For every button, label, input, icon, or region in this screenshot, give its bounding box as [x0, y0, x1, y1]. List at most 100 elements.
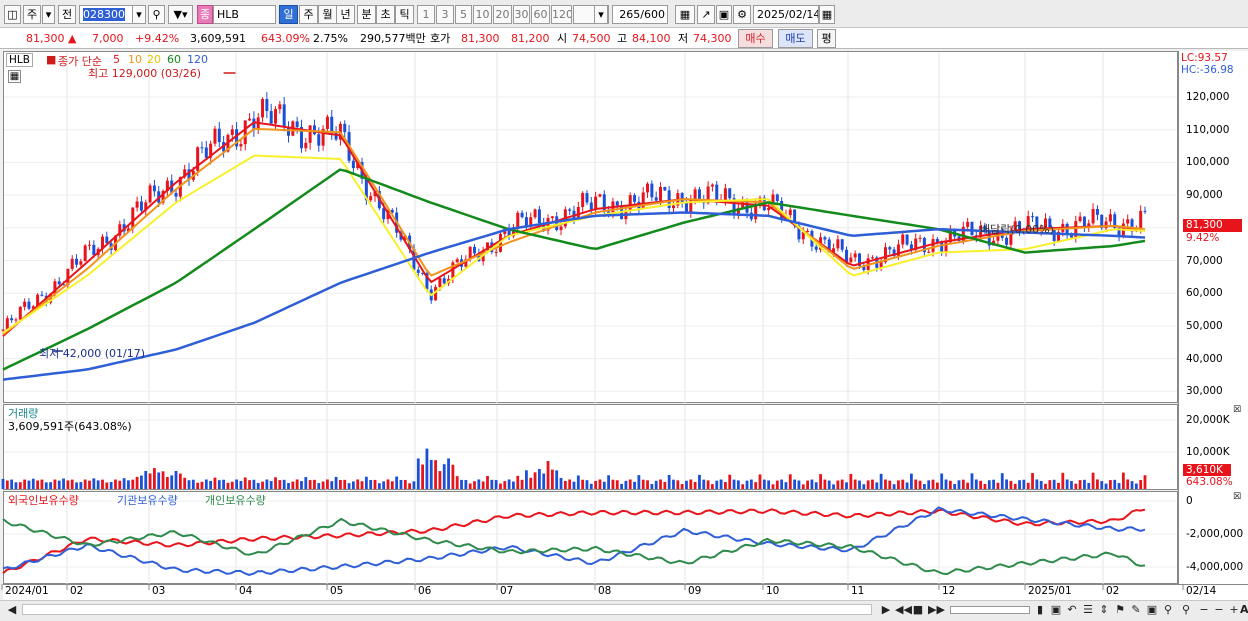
symbol-box[interactable]: HLB [6, 53, 33, 67]
draw-icon[interactable]: ✎ [1130, 601, 1142, 618]
volume-bar [754, 482, 758, 489]
zoom-in-icon[interactable]: ⚲ [1180, 601, 1192, 618]
volume-bar [667, 474, 671, 489]
crosshair-icon[interactable]: ▣ [1050, 601, 1062, 618]
min-label: 최저 42,000 (01/17) [39, 347, 146, 360]
candle [853, 250, 857, 262]
plus-icon[interactable]: + [1228, 601, 1240, 618]
scroll-left-icon[interactable]: ◀ [6, 601, 18, 618]
volume-bar [797, 480, 801, 489]
last-volume-tag: 3,610K [1183, 464, 1231, 476]
candle [148, 183, 152, 204]
volume-bar [702, 479, 706, 489]
forward-icon[interactable]: ▶▶ [928, 601, 945, 618]
volume-bar [602, 481, 606, 489]
volume-bar [784, 482, 788, 489]
volume-bar [953, 484, 957, 489]
volume-bar [53, 479, 57, 489]
volume-bar [18, 482, 22, 489]
undo-icon[interactable]: ↶ [1066, 601, 1078, 618]
volume-bar [793, 479, 797, 489]
price-y-label: 120,000 [1186, 91, 1230, 103]
volume-bar [845, 482, 848, 489]
x-label: 2024/01 [5, 585, 49, 597]
volume-bar [187, 480, 191, 489]
volume-bar [44, 482, 48, 489]
x-label: 06 [418, 585, 432, 597]
volume-bar [589, 483, 593, 489]
candle [585, 190, 589, 206]
ma5-line [2, 121, 1146, 337]
minus-icon[interactable]: − [1213, 601, 1225, 618]
volume-bar [736, 480, 740, 489]
volume-bar [598, 479, 602, 489]
volume-bar [1044, 483, 1047, 489]
x-label: 03 [152, 585, 166, 597]
holding-line-0 [2, 508, 1146, 574]
volume-bar [351, 481, 355, 489]
volume-bar [507, 479, 511, 489]
volume-bar [1070, 481, 1073, 489]
volume-bar [343, 479, 347, 489]
volume-bar [615, 480, 619, 489]
max-label: 최고 129,000 (03/26) [88, 67, 202, 80]
candle [602, 190, 606, 218]
volume-bar [520, 479, 524, 489]
volume-bar [628, 479, 632, 489]
close-icon[interactable]: ☒ [1233, 405, 1241, 415]
list-icon[interactable]: ☰ [1082, 601, 1094, 618]
volume-bar [927, 480, 931, 489]
volume-bar [1096, 479, 1099, 489]
zoom-slider[interactable] [950, 606, 1030, 614]
volume-bar [1087, 482, 1091, 489]
volume-bar [70, 479, 74, 489]
volume-bar [165, 476, 169, 489]
close-icon[interactable]: ☒ [1233, 492, 1241, 502]
zoom-out-icon[interactable]: − [1198, 601, 1210, 618]
candle [118, 220, 122, 239]
volume-bar [1078, 480, 1082, 489]
candle [325, 114, 329, 133]
volume-bar [884, 479, 887, 489]
volume-bar [140, 475, 143, 489]
volume-bar [827, 480, 831, 489]
x-label: 07 [500, 585, 514, 597]
bar-width-icon[interactable]: ▮ [1034, 601, 1046, 618]
candle [1065, 222, 1069, 239]
last-rate: 9.42% [1186, 232, 1220, 244]
volume-bar [888, 480, 892, 489]
volume-bar [88, 480, 91, 489]
volume-bar [529, 477, 533, 489]
scroll-right-icon[interactable]: ▶ [880, 601, 892, 618]
volume-bar [386, 479, 390, 489]
candle [278, 100, 282, 114]
text-size-icon[interactable]: A [1240, 601, 1248, 618]
stop-icon[interactable]: ■ [912, 601, 924, 618]
compare-icon[interactable]: ⇕ [1098, 601, 1110, 618]
candle [520, 210, 524, 219]
volume-bar [832, 484, 835, 489]
candle [343, 120, 347, 138]
zoom-icon[interactable]: ⚲ [1162, 601, 1174, 618]
bookmark-icon[interactable]: ⚑ [1114, 601, 1126, 618]
volume-bar [1083, 479, 1086, 489]
x-label: 11 [851, 585, 865, 597]
price-chart [1, 72, 1147, 576]
volume-bar [910, 473, 913, 489]
price-y-label: 70,000 [1186, 254, 1223, 267]
table-icon[interactable]: ▦ [8, 70, 21, 83]
volume-bar [654, 480, 658, 489]
candle [1143, 206, 1147, 214]
candle [287, 121, 290, 143]
candle [18, 306, 22, 321]
volume-bar [1039, 480, 1043, 489]
capture-icon[interactable]: ▣ [1146, 601, 1158, 618]
volume-bar [931, 479, 935, 489]
volume-bar [447, 458, 450, 489]
rewind-icon[interactable]: ◀◀ [895, 601, 912, 618]
candle [1091, 203, 1095, 225]
volume-bar [680, 484, 684, 489]
scroll-track[interactable] [22, 604, 872, 615]
volume-bar [555, 470, 559, 489]
volume-bar [970, 473, 974, 489]
